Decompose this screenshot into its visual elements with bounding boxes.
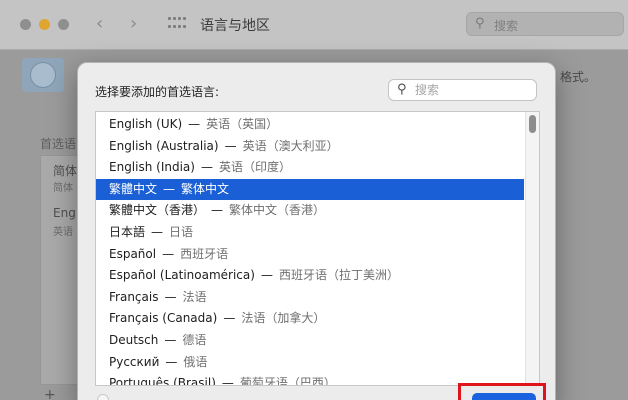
language-option[interactable]: Español — 西班牙语 — [96, 244, 524, 265]
language-option[interactable]: English (Australia) — 英语（澳大利亚） — [96, 136, 524, 157]
language-localized-name: 日语 — [169, 225, 194, 239]
language-localized-name: 俄语 — [183, 354, 208, 369]
preferred-language-subtitle: 英语 — [53, 227, 73, 238]
language-separator: — — [165, 354, 178, 369]
minimize-window-button[interactable] — [39, 19, 50, 30]
zoom-window-button[interactable] — [58, 19, 69, 30]
language-native-name: Français — [109, 289, 159, 304]
language-search-input[interactable] — [415, 82, 533, 98]
close-window-button[interactable] — [20, 19, 31, 30]
dialog-prompt: 选择要添加的首选语言: — [95, 85, 220, 99]
language-separator: — — [260, 268, 273, 283]
globe-icon — [30, 62, 56, 88]
language-separator: — — [162, 246, 175, 261]
preferred-languages-label: 首选语 — [40, 137, 77, 151]
search-icon: ⚲ — [475, 16, 485, 31]
language-option[interactable]: Français (Canada) — 法语（加拿大） — [96, 308, 524, 329]
language-option[interactable]: 繁體中文 — 繁体中文 — [96, 178, 524, 200]
language-separator: — — [224, 138, 237, 153]
window-title: 语言与地区 — [200, 18, 270, 34]
language-separator: — — [200, 160, 213, 175]
language-native-name: 繁體中文 — [109, 181, 158, 196]
language-option[interactable]: English (India) — 英语（印度） — [96, 157, 524, 178]
language-native-name: English (Australia) — [109, 138, 219, 153]
language-native-name: Deutsch — [109, 333, 159, 347]
language-native-name: Français (Canada) — [109, 311, 218, 326]
language-list[interactable]: Português (Brasil) — 葡萄牙语（巴西） Русский — 俄语 Deu… — [95, 111, 540, 386]
language-option[interactable]: Français — 法语 — [96, 287, 524, 308]
language-localized-name: 德语 — [182, 333, 207, 347]
search-icon: ⚲ — [397, 82, 407, 97]
language-separator: — — [164, 333, 177, 347]
language-localized-name: 英语（澳大利亚） — [242, 138, 339, 153]
back-chevron-icon[interactable]: ‹ — [96, 13, 103, 34]
language-separator: — — [151, 225, 164, 239]
language-localized-name: 法语（加拿大） — [241, 311, 326, 326]
language-native-name: Español — [109, 246, 157, 261]
region-format-hint: 格式。 — [560, 70, 597, 84]
settings-search-placeholder: 搜索 — [494, 19, 519, 33]
language-separator: — — [223, 311, 236, 326]
show-all-grid-icon[interactable] — [168, 17, 186, 31]
add-language-button[interactable]: + — [44, 387, 56, 400]
language-native-name: English (India) — [109, 160, 195, 175]
language-separator: — — [211, 203, 224, 218]
language-native-name: Português (Brasil) — [109, 376, 216, 386]
add-language-dialog: 选择要添加的首选语言: ⚲ Português (Brasil) — 葡萄牙语（巴西… — [77, 62, 556, 400]
language-localized-name: 西班牙语（拉丁美洲） — [278, 268, 399, 283]
forward-chevron-icon[interactable]: › — [130, 13, 137, 34]
preferred-language-item[interactable]: Eng — [53, 206, 76, 220]
language-option[interactable]: 日本語 — 日语 — [96, 222, 524, 243]
language-native-name: 日本語 — [109, 225, 146, 239]
language-separator: — — [164, 289, 177, 304]
window-titlebar: ‹ › 语言与地区 ⚲ 搜索 — [0, 0, 628, 50]
language-list-scrollbar[interactable] — [525, 112, 539, 385]
language-native-name: Español (Latinoamérica) — [109, 268, 255, 283]
language-native-name: Русский — [109, 354, 160, 369]
language-native-name: 繁體中文（香港） — [109, 203, 206, 218]
language-localized-name: 繁体中文 — [181, 181, 230, 196]
preferred-language-subtitle: 简体 — [53, 183, 73, 194]
language-localized-name: 繁体中文（香港） — [229, 203, 326, 218]
add-button-highlight — [458, 383, 546, 400]
scrollbar-thumb[interactable] — [529, 115, 536, 133]
language-localized-name: 西班牙语 — [180, 246, 229, 261]
language-localized-name: 英语（印度） — [218, 160, 291, 175]
language-separator: — — [221, 376, 234, 386]
dialog-help-button[interactable] — [97, 394, 109, 400]
language-option[interactable]: Русский — 俄语 — [96, 352, 524, 373]
language-native-name: English (UK) — [109, 117, 183, 131]
language-localized-name: 英语（英国） — [206, 117, 279, 131]
language-option[interactable]: Español (Latinoamérica) — 西班牙语（拉丁美洲） — [96, 265, 524, 286]
language-option[interactable]: English (UK) — 英语（英国） — [96, 114, 524, 135]
language-option[interactable]: Deutsch — 德语 — [96, 330, 524, 351]
language-localized-name: 葡萄牙语（巴西） — [239, 376, 336, 386]
language-separator: — — [163, 181, 176, 196]
dialog-search-field[interactable]: ⚲ — [388, 79, 537, 101]
preferred-language-item[interactable]: 简体 — [53, 162, 77, 179]
language-separator: — — [188, 117, 201, 131]
language-option[interactable]: 繁體中文（香港） — 繁体中文（香港） — [96, 200, 524, 221]
settings-search-field[interactable]: ⚲ 搜索 — [466, 12, 624, 36]
language-localized-name: 法语 — [182, 289, 207, 304]
